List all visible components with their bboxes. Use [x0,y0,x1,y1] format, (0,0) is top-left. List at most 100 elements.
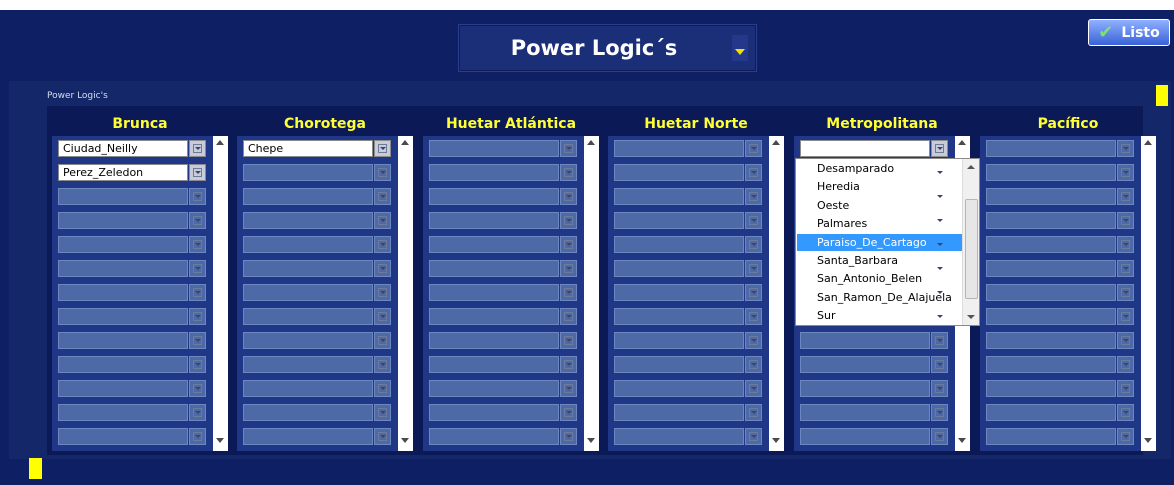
scroll-down-icon[interactable] [587,438,595,443]
region-cell[interactable] [429,260,559,277]
dropdown-arrow-icon[interactable] [1117,332,1134,349]
dropdown-arrow-icon[interactable] [745,428,762,445]
dropdown-arrow-icon[interactable] [931,140,948,157]
dropdown-arrow-icon[interactable] [189,212,206,229]
region-cell[interactable] [986,212,1116,229]
region-cell[interactable] [614,164,744,181]
scroll-up-icon[interactable] [772,140,780,145]
region-cell[interactable] [800,332,930,349]
region-cell[interactable] [614,236,744,253]
scroll-up-icon[interactable] [401,140,409,145]
region-cell[interactable] [58,380,188,397]
region-cell[interactable] [986,308,1116,325]
dropdown-arrow-icon[interactable] [374,380,391,397]
region-cell[interactable] [58,212,188,229]
dropdown-arrow-icon[interactable] [374,428,391,445]
dropdown-arrow-icon[interactable] [1117,236,1134,253]
dropdown-arrow-icon[interactable] [374,260,391,277]
region-cell[interactable] [243,236,373,253]
column-scrollbar[interactable] [584,136,599,451]
region-cell[interactable] [429,308,559,325]
dropdown-arrow-icon[interactable] [745,164,762,181]
region-cell[interactable] [429,236,559,253]
region-cell[interactable] [614,428,744,445]
dropdown-arrow-icon[interactable] [560,140,577,157]
region-cell[interactable] [986,140,1116,157]
region-cell[interactable] [614,188,744,205]
dropdown-arrow-icon[interactable] [374,236,391,253]
region-cell[interactable] [429,332,559,349]
region-cell[interactable] [614,140,744,157]
region-cell[interactable] [243,332,373,349]
region-cell[interactable] [986,236,1116,253]
region-cell[interactable] [58,332,188,349]
region-cell[interactable] [243,380,373,397]
dropdown-scrollbar[interactable] [962,159,979,325]
region-cell[interactable] [429,404,559,421]
region-cell[interactable] [429,212,559,229]
dropdown-arrow-icon[interactable] [931,332,948,349]
dropdown-arrow-icon[interactable] [745,356,762,373]
region-cell[interactable] [58,428,188,445]
dropdown-arrow-icon[interactable] [560,284,577,301]
dropdown-arrow-icon[interactable] [931,404,948,421]
scroll-down-icon[interactable] [216,438,224,443]
dropdown-arrow-icon[interactable] [1117,404,1134,421]
dropdown-arrow-icon[interactable] [189,356,206,373]
region-cell[interactable] [58,260,188,277]
region-cell[interactable] [243,260,373,277]
dropdown-arrow-icon[interactable] [1117,188,1134,205]
scroll-up-icon[interactable] [216,140,224,145]
dropdown-arrow-icon[interactable] [189,380,206,397]
region-cell[interactable] [429,284,559,301]
region-cell[interactable] [429,380,559,397]
region-cell[interactable] [800,356,930,373]
dropdown-arrow-icon[interactable] [745,284,762,301]
region-cell[interactable] [243,308,373,325]
dropdown-arrow-icon[interactable] [374,140,391,157]
dropdown-arrow-icon[interactable] [189,428,206,445]
dropdown-arrow-icon[interactable] [745,380,762,397]
dropdown-arrow-icon[interactable] [560,308,577,325]
dropdown-arrow-icon[interactable] [560,332,577,349]
dropdown-arrow-icon[interactable] [560,428,577,445]
dropdown-arrow-icon[interactable] [560,356,577,373]
region-cell[interactable] [614,212,744,229]
dropdown-arrow-icon[interactable] [745,308,762,325]
region-cell[interactable] [58,356,188,373]
dropdown-arrow-icon[interactable] [745,140,762,157]
dropdown-arrow-icon[interactable] [745,260,762,277]
dropdown-arrow-icon[interactable] [1117,380,1134,397]
column-scrollbar[interactable] [769,136,784,451]
dropdown-arrow-icon[interactable] [560,164,577,181]
region-cell[interactable] [243,356,373,373]
region-cell[interactable] [243,188,373,205]
region-cell[interactable] [429,164,559,181]
region-cell[interactable]: Chepe [243,140,373,157]
region-cell[interactable] [243,404,373,421]
column-scrollbar[interactable] [398,136,413,451]
region-cell[interactable] [986,164,1116,181]
dropdown-arrow-icon[interactable] [560,404,577,421]
dropdown-arrow-icon[interactable] [374,404,391,421]
dropdown-arrow-icon[interactable] [1117,164,1134,181]
region-cell[interactable] [614,332,744,349]
dropdown-option[interactable]: Palmares [797,215,962,232]
dropdown-arrow-icon[interactable] [745,212,762,229]
dropdown-arrow-icon[interactable] [374,308,391,325]
dropdown-arrow-icon[interactable] [560,188,577,205]
region-cell[interactable] [986,284,1116,301]
region-cell[interactable] [986,356,1116,373]
scroll-down-icon[interactable] [967,315,975,319]
region-cell[interactable] [58,236,188,253]
region-cell[interactable] [243,164,373,181]
dropdown-arrow-icon[interactable] [560,260,577,277]
region-cell[interactable] [800,140,930,157]
region-cell[interactable] [58,404,188,421]
dropdown-arrow-icon[interactable] [189,332,206,349]
scroll-up-icon[interactable] [587,140,595,145]
region-cell[interactable] [986,428,1116,445]
region-cell[interactable] [614,284,744,301]
region-cell[interactable] [986,260,1116,277]
dropdown-arrow-icon[interactable] [374,188,391,205]
